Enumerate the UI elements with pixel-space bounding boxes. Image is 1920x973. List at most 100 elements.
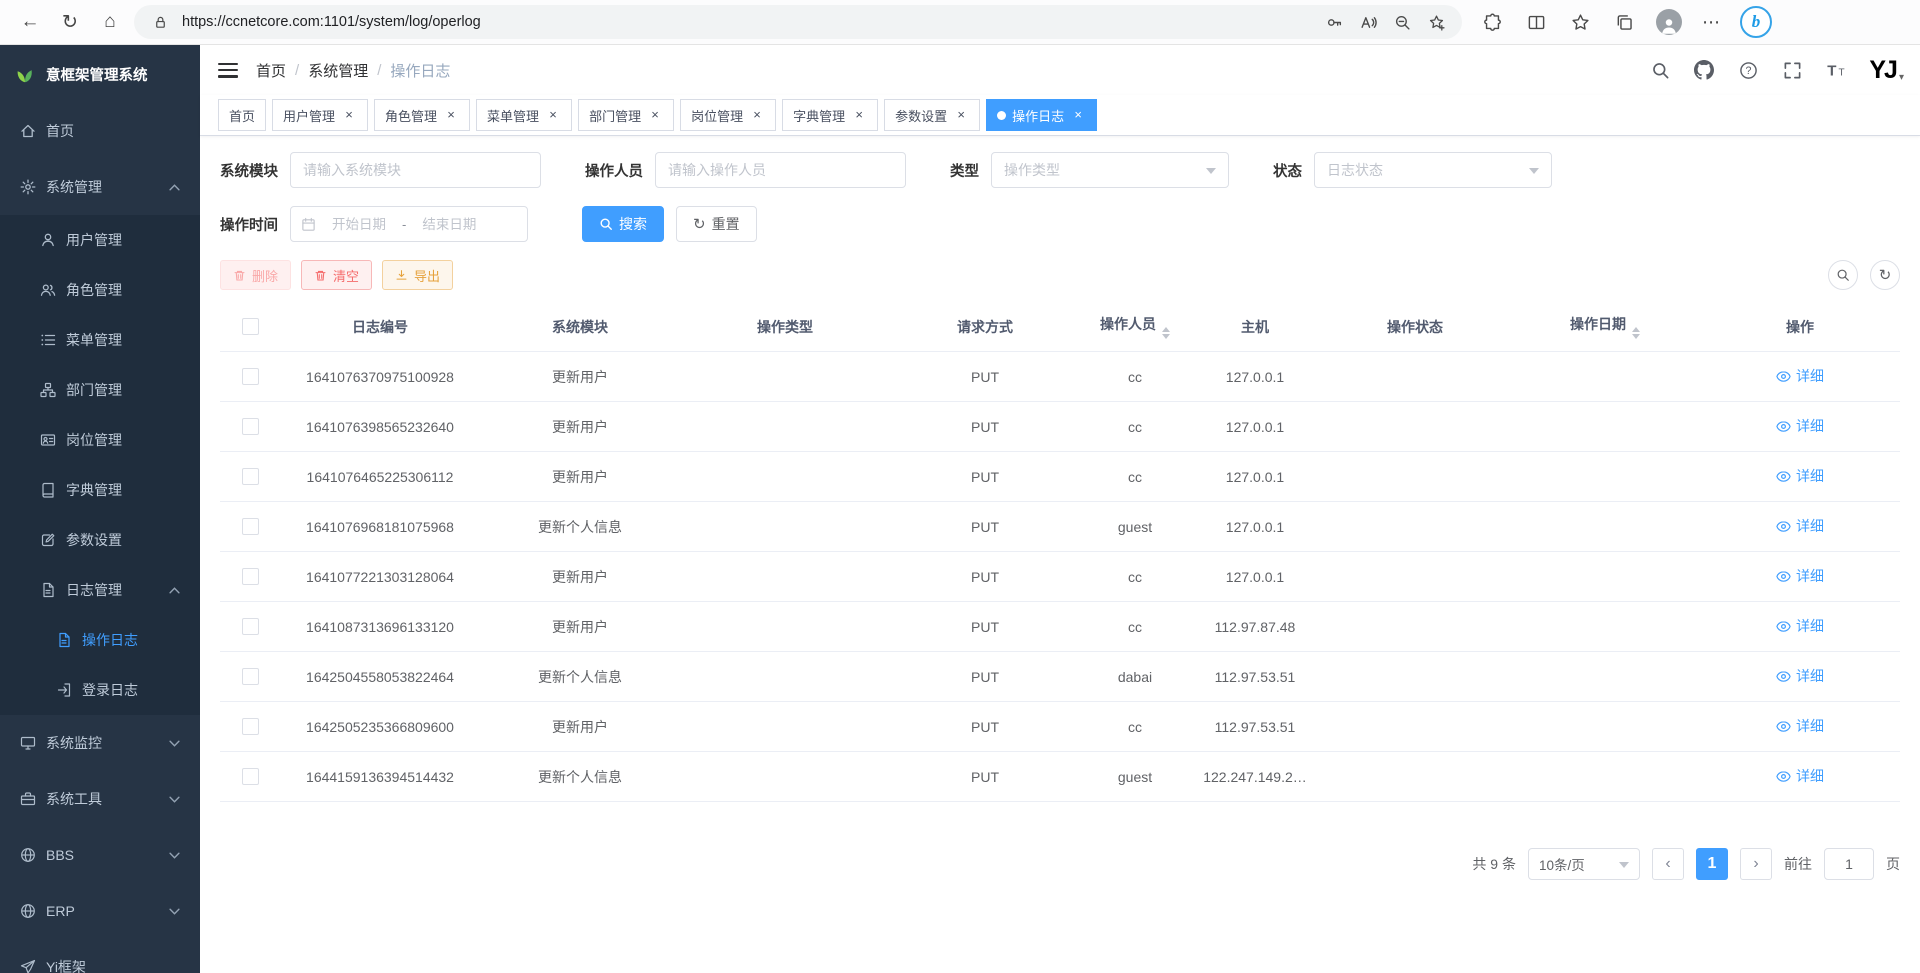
fullscreen-icon[interactable] [1781,59,1803,81]
col-operator[interactable]: 操作人员 [1080,302,1190,352]
delete-button[interactable]: 删除 [220,260,291,290]
sort-icon[interactable] [1632,327,1640,339]
sidebar-item-system-monitor[interactable]: 系统监控 [0,715,200,771]
user-logo[interactable]: YJ▾ [1869,58,1902,83]
next-page-button[interactable]: › [1740,848,1772,880]
sidebar-item-post-mgmt[interactable]: 岗位管理 [0,415,200,465]
zoom-icon[interactable] [1390,10,1414,34]
sidebar-item-user-mgmt[interactable]: 用户管理 [0,215,200,265]
close-icon[interactable]: × [851,107,867,123]
github-icon[interactable] [1693,59,1715,81]
copilot-icon[interactable]: b [1740,6,1772,38]
sidebar-item-role-mgmt[interactable]: 角色管理 [0,265,200,315]
row-checkbox[interactable] [242,368,259,385]
end-date-input[interactable] [410,216,488,233]
row-checkbox[interactable] [242,718,259,735]
sidebar-item-yi-framework[interactable]: Yi框架 [0,939,200,973]
sidebar-item-bbs[interactable]: BBS [0,827,200,883]
type-select[interactable]: 操作类型 [991,152,1229,188]
tab-oper-log[interactable]: 操作日志× [986,99,1097,131]
reset-button[interactable]: ↻ 重置 [676,206,757,242]
detail-link[interactable]: 详细 [1776,416,1824,436]
font-size-icon[interactable]: TT [1825,59,1847,81]
detail-link[interactable]: 详细 [1776,716,1824,736]
prev-page-button[interactable]: ‹ [1652,848,1684,880]
home-button[interactable]: ⌂ [94,6,126,38]
export-button[interactable]: 导出 [382,260,453,290]
operator-input[interactable] [655,152,906,188]
page-size-select[interactable]: 10条/页 [1528,848,1640,880]
tab-role-mgmt[interactable]: 角色管理× [374,99,470,131]
sidebar-item-erp[interactable]: ERP [0,883,200,939]
tab-user-mgmt[interactable]: 用户管理× [272,99,368,131]
back-button[interactable]: ← [14,6,46,38]
collections-icon[interactable] [1612,10,1636,34]
detail-link[interactable]: 详细 [1776,516,1824,536]
tab-menu-mgmt[interactable]: 菜单管理× [476,99,572,131]
tab-dict-mgmt[interactable]: 字典管理× [782,99,878,131]
split-screen-icon[interactable] [1524,10,1548,34]
refresh-table-button[interactable]: ↻ [1870,260,1900,290]
add-favorite-icon[interactable] [1424,10,1448,34]
sidebar-toggle[interactable] [218,63,238,78]
sidebar-item-home[interactable]: 首页 [0,103,200,159]
row-checkbox[interactable] [242,568,259,585]
tab-dept-mgmt[interactable]: 部门管理× [578,99,674,131]
sidebar-item-menu-mgmt[interactable]: 菜单管理 [0,315,200,365]
module-input[interactable] [290,152,541,188]
row-checkbox[interactable] [242,468,259,485]
row-checkbox[interactable] [242,768,259,785]
url-text[interactable]: https://ccnetcore.com:1101/system/log/op… [182,14,1312,30]
favorites-icon[interactable] [1568,10,1592,34]
close-icon[interactable]: × [341,107,357,123]
profile-avatar[interactable] [1656,9,1682,35]
detail-link[interactable]: 详细 [1776,666,1824,686]
detail-link[interactable]: 详细 [1776,366,1824,386]
help-icon[interactable]: ? [1737,59,1759,81]
row-checkbox[interactable] [242,518,259,535]
toggle-search-button[interactable] [1828,260,1858,290]
extensions-icon[interactable] [1480,10,1504,34]
address-bar[interactable]: https://ccnetcore.com:1101/system/log/op… [134,5,1462,39]
sort-icon[interactable] [1162,327,1170,339]
close-icon[interactable]: × [953,107,969,123]
search-icon[interactable] [1649,59,1671,81]
refresh-button[interactable]: ↻ [54,6,86,38]
select-all-checkbox[interactable] [242,318,259,335]
row-checkbox[interactable] [242,618,259,635]
browser-menu-icon[interactable]: ⋯ [1702,12,1720,33]
tab-param-settings[interactable]: 参数设置× [884,99,980,131]
read-aloud-icon[interactable] [1356,10,1380,34]
search-button[interactable]: 搜索 [582,206,664,242]
breadcrumb-system-mgmt[interactable]: 系统管理 [308,60,368,81]
status-select[interactable]: 日志状态 [1314,152,1552,188]
detail-link[interactable]: 详细 [1776,616,1824,636]
close-icon[interactable]: × [443,107,459,123]
goto-page-input[interactable] [1824,848,1874,880]
page-number-1[interactable]: 1 [1696,848,1728,880]
sidebar-item-login-log[interactable]: 登录日志 [0,665,200,715]
sidebar-item-dict-mgmt[interactable]: 字典管理 [0,465,200,515]
close-icon[interactable]: × [1070,107,1086,123]
row-checkbox[interactable] [242,418,259,435]
start-date-input[interactable] [320,216,398,233]
sidebar-item-param-settings[interactable]: 参数设置 [0,515,200,565]
close-icon[interactable]: × [647,107,663,123]
close-icon[interactable]: × [545,107,561,123]
sidebar-item-log-mgmt[interactable]: 日志管理 [0,565,200,615]
detail-link[interactable]: 详细 [1776,566,1824,586]
col-date[interactable]: 操作日期 [1510,302,1700,352]
password-key-icon[interactable] [1322,10,1346,34]
detail-link[interactable]: 详细 [1776,766,1824,786]
detail-link[interactable]: 详细 [1776,466,1824,486]
breadcrumb-home[interactable]: 首页 [256,60,286,81]
tab-home[interactable]: 首页 [218,99,266,131]
tab-post-mgmt[interactable]: 岗位管理× [680,99,776,131]
sidebar-item-system-mgmt[interactable]: 系统管理 [0,159,200,215]
clear-button[interactable]: 清空 [301,260,372,290]
sidebar-item-dept-mgmt[interactable]: 部门管理 [0,365,200,415]
sidebar-item-oper-log[interactable]: 操作日志 [0,615,200,665]
row-checkbox[interactable] [242,668,259,685]
date-range-picker[interactable]: - [290,206,528,242]
sidebar-item-system-tools[interactable]: 系统工具 [0,771,200,827]
